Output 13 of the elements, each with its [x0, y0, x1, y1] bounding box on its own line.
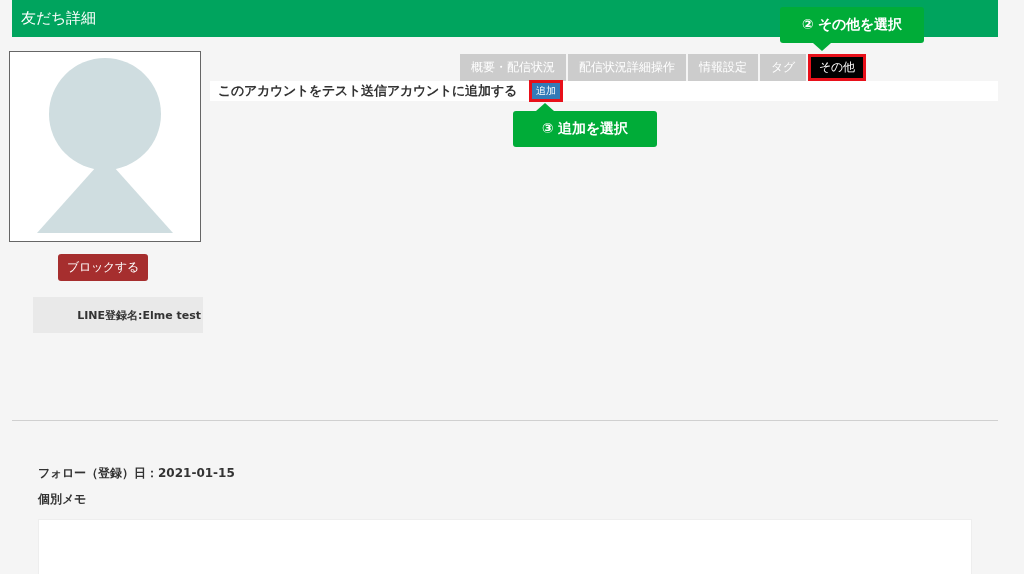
- line-name-text: LINE登録名:Elme test: [77, 307, 201, 323]
- callout: ② その他を選択: [780, 7, 924, 43]
- test-account-text: このアカウントをテスト送信アカウントに追加する: [218, 82, 517, 100]
- follow-date-text: フォロー（登録）日：2021-01-15: [38, 465, 236, 482]
- memo-label: 個別メモ: [38, 491, 87, 508]
- page-title: 友だち詳細: [21, 9, 96, 28]
- callout-pointer-icon: [536, 103, 554, 111]
- person-silhouette-icon: [35, 57, 175, 233]
- add-button[interactable]: 追加: [529, 80, 563, 102]
- callout-pointer-icon: [813, 43, 831, 51]
- callout: ③ 追加を選択: [513, 111, 657, 147]
- tab[interactable]: その他: [808, 54, 866, 81]
- block-button[interactable]: ブロックする: [58, 254, 148, 281]
